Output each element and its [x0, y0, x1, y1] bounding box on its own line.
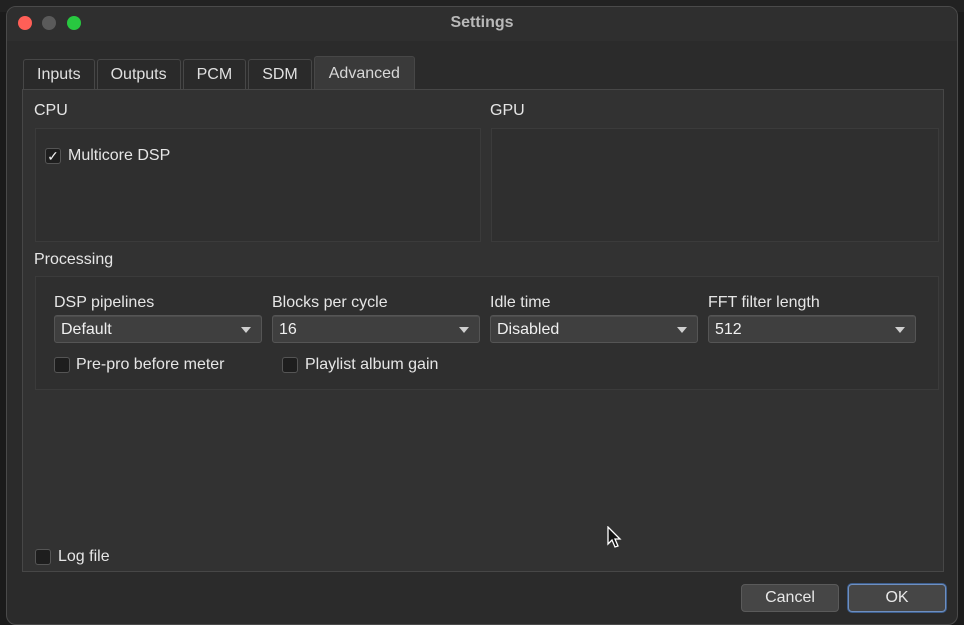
pre-pro-before-meter-checkbox[interactable] [54, 357, 70, 373]
dsp-pipelines-label: DSP pipelines [54, 294, 155, 311]
cancel-button[interactable]: Cancel [741, 584, 839, 612]
dsp-pipelines-select[interactable]: Default [54, 315, 262, 343]
mouse-pointer-icon [607, 526, 622, 548]
processing-group-box: DSP pipelines Default Blocks per cycle 1… [35, 276, 939, 390]
multicore-dsp-checkbox[interactable]: ✓ [45, 148, 61, 164]
log-file-checkbox[interactable] [35, 549, 51, 565]
idle-time-label: Idle time [490, 294, 551, 311]
blocks-per-cycle-label: Blocks per cycle [272, 294, 388, 311]
tab-advanced[interactable]: Advanced [313, 56, 415, 89]
tab-bar: Inputs Outputs PCM SDM Advanced [23, 56, 415, 89]
fft-filter-length-label: FFT filter length [708, 294, 820, 311]
gpu-group-title: GPU [490, 102, 525, 119]
dsp-pipelines-value: Default [61, 321, 112, 338]
tab-outputs[interactable]: Outputs [96, 59, 181, 89]
chevron-down-icon [241, 327, 251, 333]
gpu-group-box [491, 128, 939, 242]
blocks-per-cycle-select[interactable]: 16 [272, 315, 480, 343]
playlist-album-gain-checkbox[interactable] [282, 357, 298, 373]
log-file-label: Log file [58, 548, 110, 565]
advanced-panel: CPU ✓ Multicore DSP GPU Processing DSP p… [22, 89, 944, 572]
chevron-down-icon [677, 327, 687, 333]
tab-sdm[interactable]: SDM [248, 59, 312, 89]
blocks-per-cycle-value: 16 [279, 321, 297, 338]
idle-time-value: Disabled [497, 321, 560, 338]
cpu-group-box: ✓ Multicore DSP [35, 128, 481, 242]
cpu-group-title: CPU [34, 102, 68, 119]
settings-window: Settings Inputs Outputs PCM SDM Advanced… [6, 6, 958, 625]
processing-group-title: Processing [34, 251, 114, 268]
tab-pcm[interactable]: PCM [182, 59, 247, 89]
idle-time-select[interactable]: Disabled [490, 315, 698, 343]
fft-filter-length-value: 512 [715, 321, 742, 338]
chevron-down-icon [459, 327, 469, 333]
window-title: Settings [450, 14, 514, 31]
title-bar: Settings [7, 7, 957, 41]
ok-button[interactable]: OK [848, 584, 946, 612]
playlist-album-gain-label: Playlist album gain [305, 356, 439, 373]
multicore-dsp-label: Multicore DSP [68, 147, 171, 164]
fft-filter-length-select[interactable]: 512 [708, 315, 916, 343]
chevron-down-icon [895, 327, 905, 333]
pre-pro-before-meter-label: Pre-pro before meter [76, 356, 225, 373]
tab-inputs[interactable]: Inputs [23, 59, 95, 89]
